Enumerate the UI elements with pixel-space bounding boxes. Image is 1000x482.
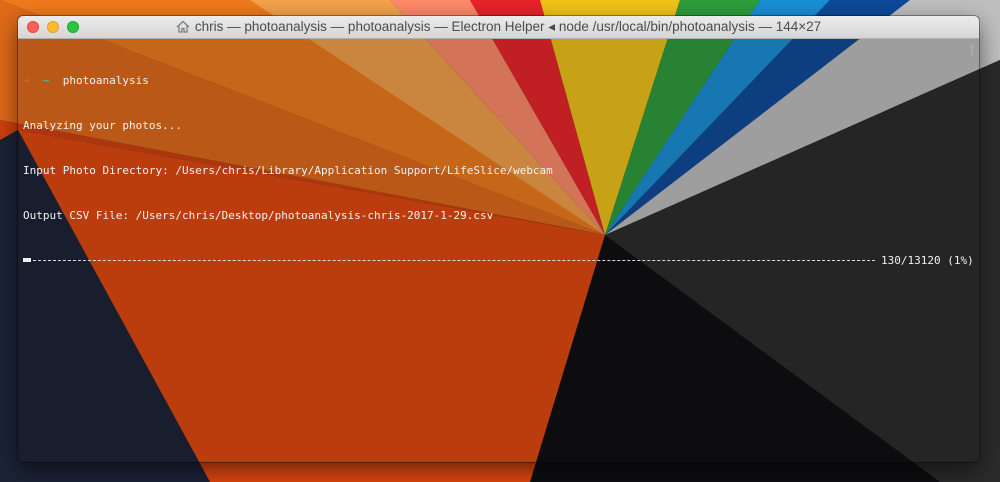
- terminal-content[interactable]: ➜ ~ photoanalysis Analyzing your photos.…: [18, 39, 979, 462]
- output-line: Analyzing your photos...: [23, 119, 182, 132]
- home-icon: [176, 20, 190, 33]
- progress-line: 130/13120 (1%): [23, 253, 974, 268]
- prompt-arrow-icon: ➜: [23, 74, 30, 87]
- window-title-container: chris — photoanalysis — photoanalysis — …: [18, 16, 979, 38]
- prompt-line: ➜ ~ photoanalysis: [23, 73, 974, 88]
- terminal-output: ➜ ~ photoanalysis Analyzing your photos.…: [23, 43, 974, 298]
- output-line: Output CSV File: /Users/chris/Desktop/ph…: [23, 209, 494, 222]
- terminal-window: chris — photoanalysis — photoanalysis — …: [18, 16, 979, 462]
- scroll-indicator: ]: [968, 43, 975, 56]
- command-text: photoanalysis: [62, 74, 149, 87]
- prompt-directory: ~: [42, 74, 50, 87]
- progress-fill: [23, 258, 31, 262]
- window-title: chris — photoanalysis — photoanalysis — …: [194, 19, 822, 34]
- progress-label: 130/13120 (1%): [881, 254, 974, 267]
- progress-track: [23, 260, 875, 261]
- output-line: Input Photo Directory: /Users/chris/Libr…: [23, 164, 553, 177]
- title-bar[interactable]: chris — photoanalysis — photoanalysis — …: [18, 16, 979, 39]
